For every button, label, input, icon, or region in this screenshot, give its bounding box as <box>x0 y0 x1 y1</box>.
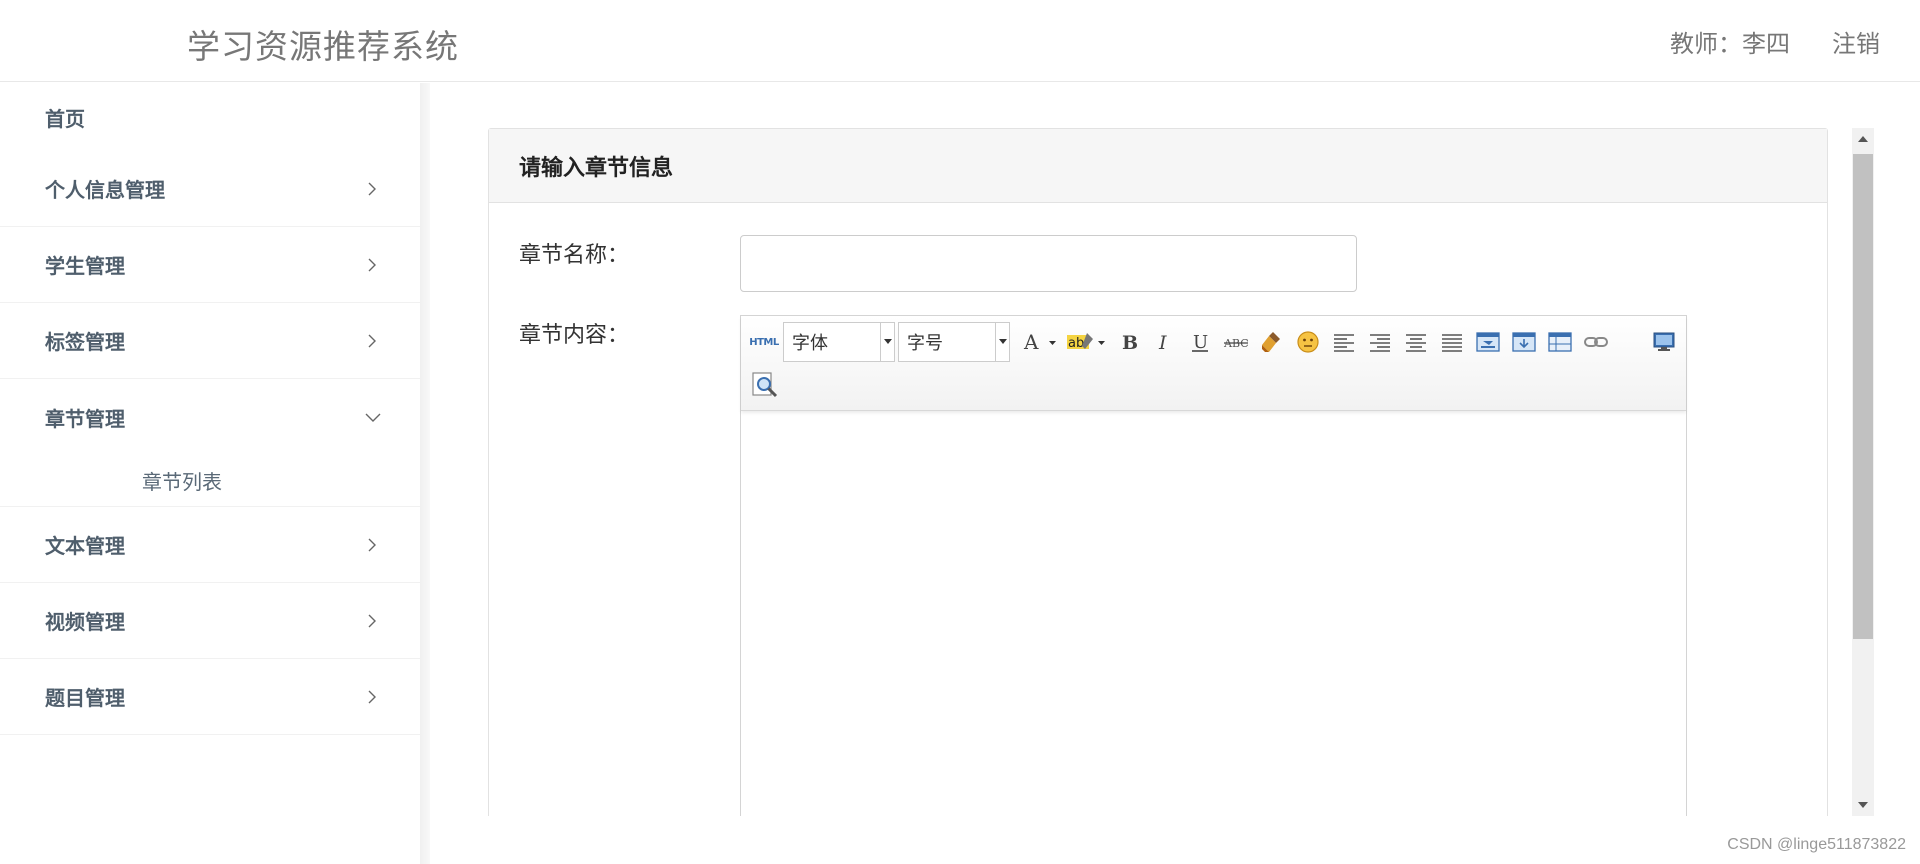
font-color-icon[interactable]: A <box>1021 329 1061 355</box>
svg-text:ab: ab <box>1068 336 1084 351</box>
editor-content-area[interactable] <box>741 411 1686 816</box>
sidebar-item-tags[interactable]: 标签管理 <box>0 303 420 379</box>
sidebar-item-label: 视频管理 <box>45 610 125 634</box>
sidebar-item-questions[interactable]: 题目管理 <box>0 659 420 735</box>
sidebar-item-students[interactable]: 学生管理 <box>0 227 420 303</box>
clear-format-brush-icon[interactable] <box>1259 329 1285 355</box>
vertical-scrollbar[interactable] <box>1852 128 1874 816</box>
rich-text-editor: HTML 字体 字号 A ab B I U ABC <box>740 315 1687 816</box>
sidebar-item-label: 标签管理 <box>45 330 125 354</box>
chapter-form-panel: 请输入章节信息 章节名称： 章节内容： HTML 字体 字号 A ab B I … <box>488 128 1828 816</box>
sidebar-item-label: 章节管理 <box>45 406 125 431</box>
sidebar-item-label: 题目管理 <box>45 686 125 710</box>
svg-text:A: A <box>1023 330 1039 354</box>
font-family-select[interactable]: 字体 <box>783 322 895 362</box>
chevron-right-icon <box>365 614 379 628</box>
bold-icon[interactable]: B <box>1116 329 1142 355</box>
sidebar-divider <box>420 83 430 864</box>
scroll-down-arrow-icon[interactable] <box>1852 794 1874 816</box>
insert-link-icon[interactable] <box>1583 329 1609 355</box>
logout-link[interactable]: 注销 <box>1832 24 1880 59</box>
insert-image-icon[interactable] <box>1475 329 1501 355</box>
watermark: CSDN @linge511873822 <box>1727 836 1906 853</box>
strikethrough-icon[interactable]: ABC <box>1223 329 1249 355</box>
chevron-down-icon <box>365 410 381 424</box>
sidebar-item-personal-info[interactable]: 个人信息管理 <box>0 151 420 227</box>
main-content: 请输入章节信息 章节名称： 章节内容： HTML 字体 字号 A ab B I … <box>430 83 1920 816</box>
sidebar-subitem-chapter-list[interactable]: 章节列表 <box>0 455 420 507</box>
chapter-name-input[interactable] <box>740 235 1357 292</box>
sidebar-item-chapters[interactable]: 章节管理 <box>0 379 420 455</box>
svg-text:B: B <box>1122 332 1138 354</box>
svg-text:I: I <box>1158 332 1167 354</box>
highlight-icon[interactable]: ab <box>1065 329 1109 355</box>
sidebar-item-home[interactable]: 首页 <box>0 83 420 151</box>
sidebar-item-label: 个人信息管理 <box>45 178 165 202</box>
chevron-right-icon <box>365 182 379 196</box>
underline-icon[interactable]: U <box>1187 329 1213 355</box>
sidebar-item-label: 学生管理 <box>45 254 125 278</box>
user-area: 教师：李四 注销 <box>1670 24 1880 59</box>
chevron-right-icon <box>365 538 379 552</box>
panel-heading: 请输入章节信息 <box>489 129 1827 203</box>
sidebar-item-label: 首页 <box>45 106 85 131</box>
scrollbar-thumb[interactable] <box>1853 154 1873 639</box>
align-left-icon[interactable] <box>1331 329 1357 355</box>
align-center-icon[interactable] <box>1403 329 1429 355</box>
top-header: 学习资源推荐系统 教师：李四 注销 <box>0 0 1920 82</box>
chapter-name-label: 章节名称： <box>519 243 630 268</box>
teacher-name: 教师：李四 <box>1670 30 1790 58</box>
sidebar-item-videos[interactable]: 视频管理 <box>0 583 420 659</box>
html-source-button[interactable]: HTML <box>749 329 779 355</box>
scroll-up-arrow-icon[interactable] <box>1852 128 1874 150</box>
emoticon-icon[interactable] <box>1295 329 1321 355</box>
preview-magnifier-icon[interactable] <box>751 371 779 399</box>
italic-icon[interactable]: I <box>1151 329 1177 355</box>
svg-text:U: U <box>1193 332 1208 353</box>
chevron-right-icon <box>365 690 379 704</box>
chapter-content-label: 章节内容： <box>519 323 630 348</box>
font-size-select[interactable]: 字号 <box>898 322 1010 362</box>
insert-media-icon[interactable] <box>1511 329 1537 355</box>
app-title: 学习资源推荐系统 <box>187 27 459 66</box>
editor-toolbar: HTML 字体 字号 A ab B I U ABC <box>741 316 1686 411</box>
sidebar: 首页 个人信息管理 学生管理 标签管理 章节管理 章节列表 文本管理 视频管理 <box>0 83 420 864</box>
fullscreen-monitor-icon[interactable] <box>1651 329 1677 355</box>
align-justify-icon[interactable] <box>1439 329 1465 355</box>
align-right-icon[interactable] <box>1367 329 1393 355</box>
caret-down-icon <box>995 323 1009 361</box>
sidebar-item-label: 文本管理 <box>45 534 125 558</box>
caret-down-icon <box>880 323 894 361</box>
insert-table-icon[interactable] <box>1547 329 1573 355</box>
sidebar-item-texts[interactable]: 文本管理 <box>0 507 420 583</box>
chevron-right-icon <box>365 258 379 272</box>
chevron-right-icon <box>365 334 379 348</box>
